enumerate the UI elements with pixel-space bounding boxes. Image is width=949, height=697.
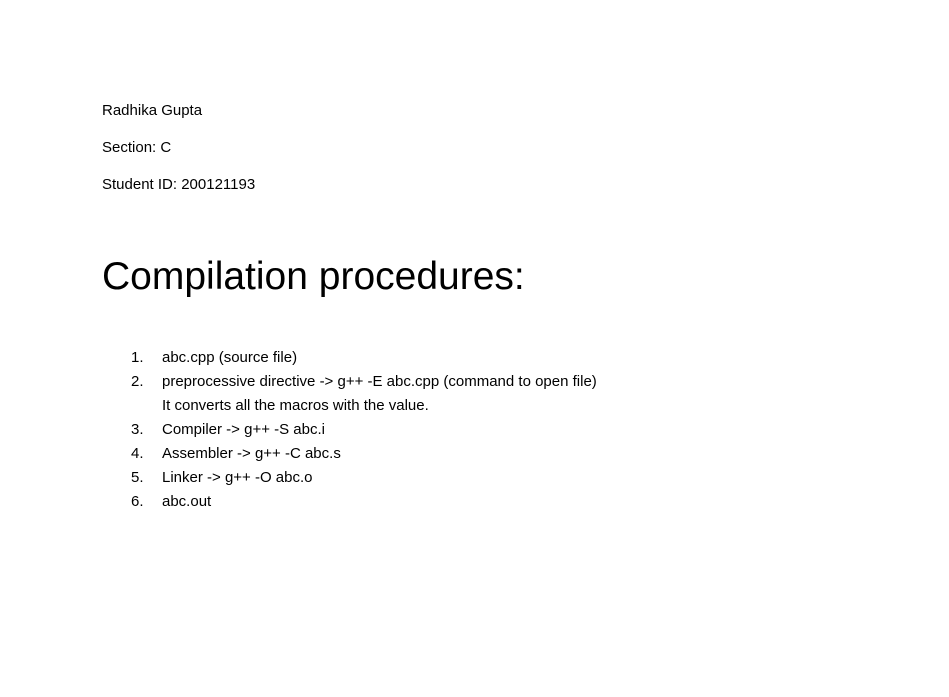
list-item: 6. abc.out [102,490,902,514]
student-name: Radhika Gupta [102,102,203,119]
list-number: 5. [131,469,144,486]
list-item: 5. Linker -> g++ -O abc.o [102,466,902,490]
list-item-text: preprocessive directive -> g++ -E abc.cp… [162,373,597,390]
student-section: Section: C [102,139,172,156]
list-item: 4. Assembler -> g++ -C abc.s [102,442,902,466]
page-title: Compilation procedures: [102,255,525,298]
list-item-text: Linker -> g++ -O abc.o [162,469,313,486]
student-id: Student ID: 200121193 [102,176,256,193]
list-number: 6. [131,493,144,510]
list-item-text: abc.out [162,493,212,510]
compilation-steps-list: 1. abc.cpp (source file) 2. preprocessiv… [102,346,902,514]
document-page: Radhika Gupta Section: C Student ID: 200… [0,0,949,697]
list-item-text: abc.cpp (source file) [162,349,298,366]
list-item-text: Assembler -> g++ -C abc.s [162,445,341,462]
list-item: 2. preprocessive directive -> g++ -E abc… [102,370,902,418]
list-number: 3. [131,421,144,438]
list-item: 3. Compiler -> g++ -S abc.i [102,418,902,442]
list-number: 4. [131,445,144,462]
list-item-text: Compiler -> g++ -S abc.i [162,421,325,438]
list-item: 1. abc.cpp (source file) [102,346,902,370]
document-content: Radhika Gupta Section: C Student ID: 200… [102,100,902,514]
list-item-note: It converts all the macros with the valu… [162,397,429,414]
list-number: 1. [131,349,144,366]
list-number: 2. [131,373,144,390]
